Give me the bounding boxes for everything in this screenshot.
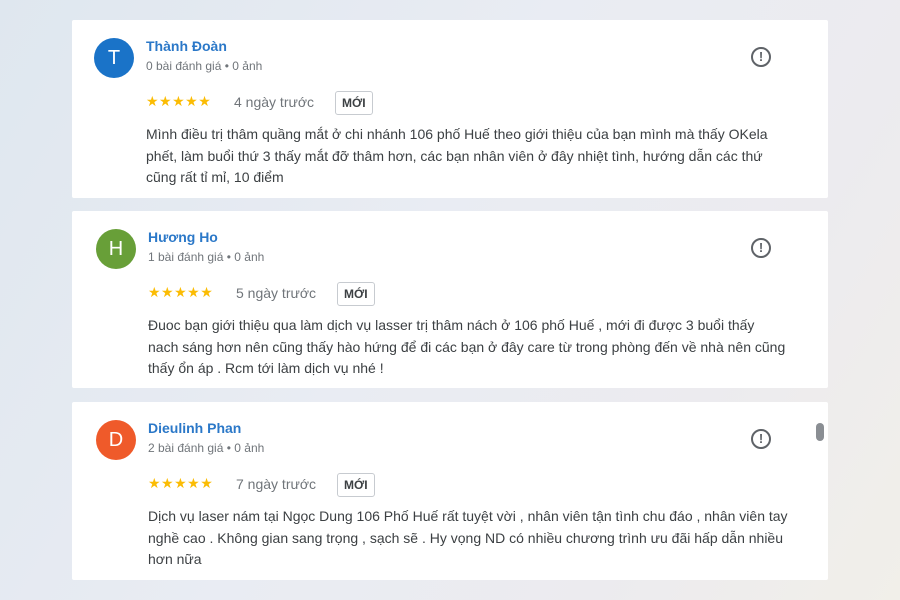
- scrollbar-thumb[interactable]: [816, 423, 824, 441]
- review-card: H Hương Ho 1 bài đánh giá • 0 ảnh ! ★★★★…: [72, 211, 828, 388]
- review-date: 7 ngày trước: [236, 476, 317, 492]
- star-rating: ★★★★★: [146, 93, 212, 109]
- reviewer-stats: 1 bài đánh giá • 0 ảnh: [148, 250, 265, 264]
- star-rating: ★★★★★: [148, 284, 214, 300]
- avatar[interactable]: D: [96, 420, 136, 460]
- review-text: Mình điều trị thâm quầng mắt ở chi nhánh…: [146, 126, 768, 185]
- review-date: 5 ngày trước: [236, 285, 317, 301]
- avatar[interactable]: T: [94, 38, 134, 78]
- report-flag-icon[interactable]: !: [751, 238, 771, 258]
- reviewer-name[interactable]: Hương Ho: [148, 229, 218, 245]
- reviewer-stats: 2 bài đánh giá • 0 ảnh: [148, 441, 265, 455]
- review-card: D Dieulinh Phan 2 bài đánh giá • 0 ảnh !…: [72, 402, 828, 580]
- review-text: Dịch vụ laser nám tại Ngọc Dung 106 Phố …: [148, 508, 788, 567]
- new-badge: MỚI: [337, 282, 375, 306]
- review-text: Đuoc bạn giới thiệu qua làm dịch vụ lass…: [148, 317, 786, 376]
- review-card: T Thành Đoàn 0 bài đánh giá • 0 ảnh ! ★★…: [72, 20, 828, 198]
- new-badge: MỚI: [335, 91, 373, 115]
- star-rating: ★★★★★: [148, 475, 214, 491]
- report-flag-icon[interactable]: !: [751, 429, 771, 449]
- reviewer-stats: 0 bài đánh giá • 0 ảnh: [146, 59, 263, 73]
- report-flag-icon[interactable]: !: [751, 47, 771, 67]
- review-date: 4 ngày trước: [234, 94, 315, 110]
- avatar[interactable]: H: [96, 229, 136, 269]
- new-badge: MỚI: [337, 473, 375, 497]
- reviewer-name[interactable]: Dieulinh Phan: [148, 420, 241, 436]
- reviewer-name[interactable]: Thành Đoàn: [146, 38, 227, 54]
